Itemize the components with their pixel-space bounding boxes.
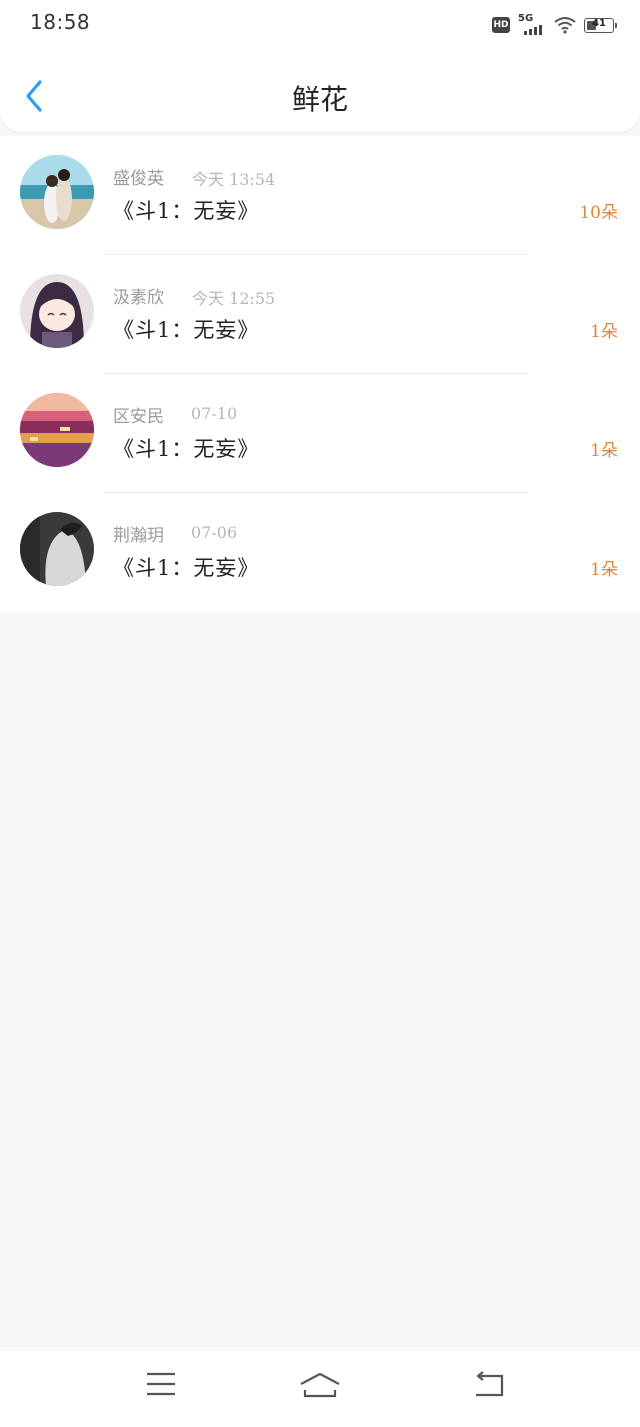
system-back-button[interactable]: [472, 1371, 504, 1403]
header: 鲜花: [0, 50, 640, 132]
list-item[interactable]: 汲素欣 今天 12:55 《斗1：无妄》 1朵: [0, 255, 640, 374]
flower-list: 盛俊英 今天 13:54 《斗1：无妄》 10朵 汲素欣 今天 12:55 《斗…: [0, 136, 640, 611]
signal-icon: 5G: [518, 13, 546, 35]
status-time: 18:58: [30, 10, 91, 34]
book-title: 《斗1：无妄》: [113, 199, 260, 223]
battery-level: 41: [592, 17, 606, 29]
network-type-label: 5G: [518, 13, 534, 24]
list-item[interactable]: 荆瀚玥 07-06 《斗1：无妄》 1朵: [0, 493, 640, 612]
user-name: 荆瀚玥: [113, 526, 164, 546]
list-item[interactable]: 盛俊英 今天 13:54 《斗1：无妄》 10朵: [0, 136, 640, 255]
flower-count: 10朵: [579, 203, 618, 223]
avatar: [20, 393, 94, 467]
gift-time: 今天 13:54: [192, 170, 276, 189]
status-bar: 18:58 HD 5G 41: [0, 0, 640, 50]
book-title: 《斗1：无妄》: [113, 318, 260, 342]
flower-count: 1朵: [590, 441, 618, 461]
book-title: 《斗1：无妄》: [113, 556, 260, 580]
system-nav-bar: [0, 1351, 640, 1427]
avatar: [20, 512, 94, 586]
wifi-icon: [554, 17, 576, 34]
hd-icon: HD: [492, 17, 510, 33]
user-name: 汲素欣: [113, 288, 164, 308]
list-item[interactable]: 区安民 07-10 《斗1：无妄》 1朵: [0, 374, 640, 493]
gift-time: 07-10: [191, 404, 238, 423]
avatar: [20, 274, 94, 348]
book-title: 《斗1：无妄》: [113, 437, 260, 461]
status-icons: HD 5G 41: [492, 13, 617, 36]
avatar: [20, 155, 94, 229]
menu-button[interactable]: [146, 1371, 176, 1401]
back-icon: [476, 1371, 504, 1397]
gift-time: 今天 12:55: [192, 289, 276, 308]
flower-count: 1朵: [590, 322, 618, 342]
menu-icon: [147, 1372, 175, 1396]
home-button[interactable]: [299, 1371, 341, 1403]
user-name: 盛俊英: [113, 169, 164, 189]
user-name: 区安民: [113, 407, 164, 427]
flower-count: 1朵: [590, 560, 618, 580]
home-icon: [300, 1372, 340, 1398]
page-title: 鲜花: [291, 83, 348, 116]
battery-icon: 41: [584, 17, 617, 33]
gift-time: 07-06: [191, 523, 238, 542]
